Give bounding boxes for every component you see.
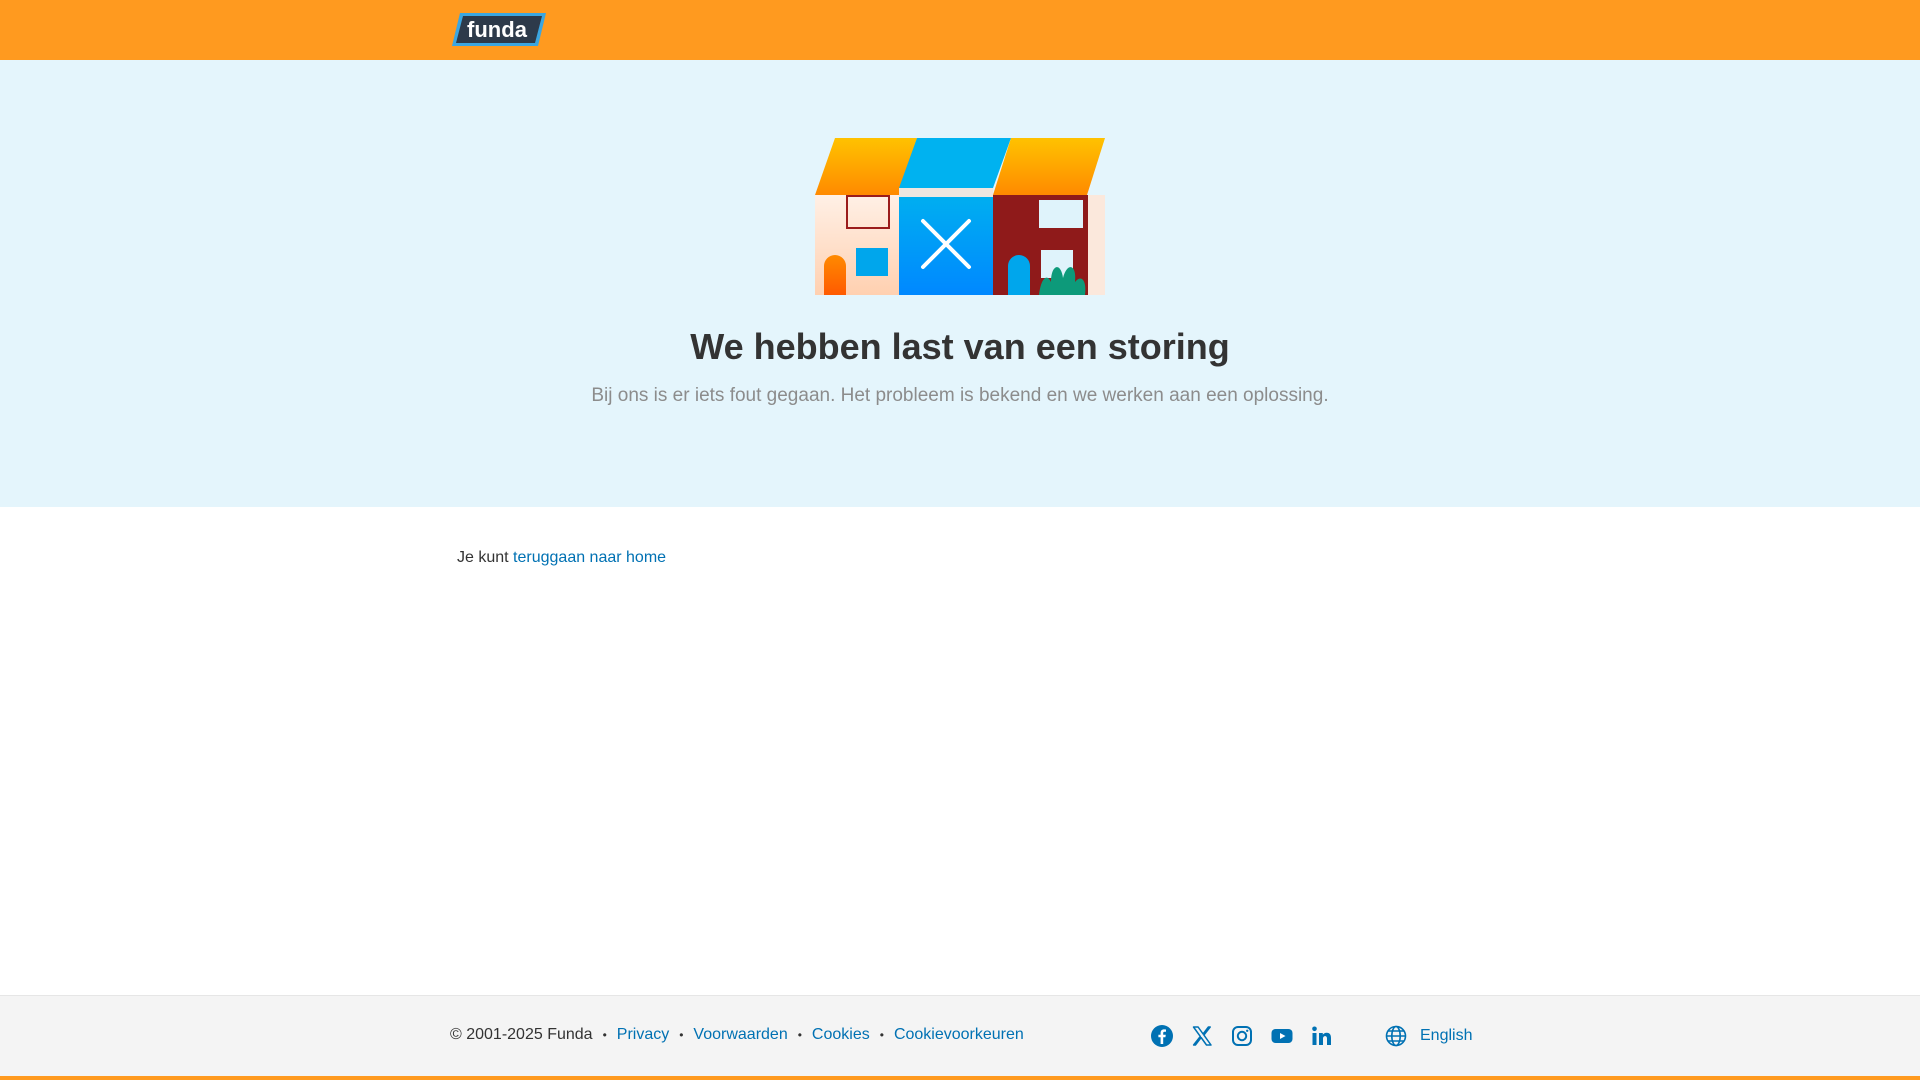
privacy-link[interactable]: Privacy	[617, 1026, 669, 1044]
x-icon[interactable]	[1190, 1024, 1214, 1048]
social-links	[1150, 1024, 1334, 1048]
footer-accent-line	[0, 1076, 1920, 1080]
linkedin-icon[interactable]	[1310, 1024, 1334, 1048]
language-label: English	[1420, 1027, 1473, 1044]
funda-logo[interactable]: funda	[450, 12, 548, 48]
error-description: Bij ons is er iets fout gegaan. Het prob…	[591, 385, 1329, 406]
cookies-link[interactable]: Cookies	[812, 1026, 870, 1044]
funda-logo-icon: funda	[452, 13, 546, 46]
separator: •	[602, 1028, 607, 1042]
youtube-icon[interactable]	[1270, 1024, 1294, 1048]
language-switcher[interactable]: English	[1384, 1024, 1472, 1048]
cookievoorkeuren-link[interactable]: Cookievoorkeuren	[894, 1026, 1024, 1044]
copyright: © 2001-2025 Funda	[450, 1026, 593, 1043]
top-bar: funda	[0, 0, 1920, 60]
instagram-icon[interactable]	[1230, 1024, 1254, 1048]
svg-text:funda: funda	[467, 17, 528, 42]
back-home-prefix: Je kunt	[457, 549, 509, 566]
facebook-icon[interactable]	[1150, 1024, 1174, 1048]
globe-icon	[1384, 1024, 1408, 1048]
voorwaarden-link[interactable]: Voorwaarden	[693, 1026, 787, 1044]
broken-houses-illustration	[815, 138, 1105, 295]
separator: •	[879, 1028, 884, 1042]
footer-links: © 2001-2025 Funda • Privacy • Voorwaarde…	[450, 1026, 1024, 1044]
page-title: We hebben last van een storing	[690, 326, 1230, 367]
back-home-text: Je kunt teruggaan naar home	[457, 549, 666, 567]
separator: •	[679, 1028, 684, 1042]
separator: •	[797, 1028, 802, 1042]
back-home-link[interactable]: teruggaan naar home	[513, 549, 666, 566]
